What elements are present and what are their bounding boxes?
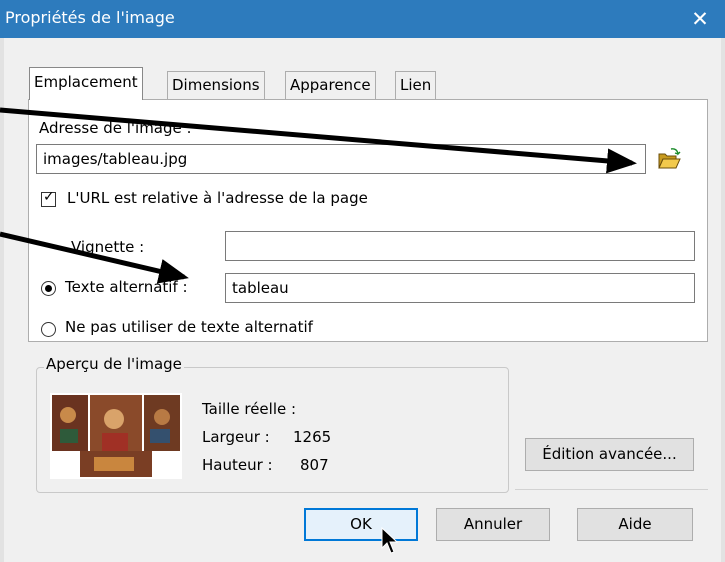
tab-panel-emplacement: Adresse de l'image : images/tableau.jpg … <box>28 99 708 342</box>
image-address-input[interactable]: images/tableau.jpg <box>36 144 646 174</box>
help-button[interactable]: Aide <box>577 508 693 541</box>
tooltip-input[interactable] <box>225 231 695 261</box>
tab-lien[interactable]: Lien <box>395 71 437 99</box>
image-preview-thumbnail <box>50 393 182 479</box>
tooltip-label: Vignette : <box>71 238 145 256</box>
window-border-right <box>721 38 725 562</box>
title-bar: Propriétés de l'image ✕ <box>0 0 725 38</box>
close-icon[interactable]: ✕ <box>677 2 723 36</box>
folder-open-icon[interactable] <box>654 145 684 175</box>
mouse-pointer-icon <box>381 527 399 554</box>
window-border-left <box>0 38 4 562</box>
no-alt-text-radio[interactable] <box>41 322 56 337</box>
relative-url-label: L'URL est relative à l'adresse de la pag… <box>67 189 368 207</box>
image-preview-legend: Aperçu de l'image <box>44 355 184 373</box>
cancel-button[interactable]: Annuler <box>436 508 550 541</box>
height-label: Hauteur : <box>202 456 273 474</box>
radio-selected-dot <box>45 285 52 292</box>
advanced-edit-button[interactable]: Édition avancée... <box>525 438 694 471</box>
tab-dimensions[interactable]: Dimensions <box>167 71 265 99</box>
width-value: 1265 <box>293 428 332 446</box>
separator-line <box>515 489 708 490</box>
tab-apparence[interactable]: Apparence <box>285 71 376 99</box>
relative-url-checkbox[interactable]: ✓ <box>41 189 56 207</box>
alt-text-radio[interactable] <box>41 281 56 296</box>
window-title: Propriétés de l'image <box>5 8 175 27</box>
no-alt-text-label: Ne pas utiliser de texte alternatif <box>65 318 313 336</box>
alt-text-input[interactable]: tableau <box>225 273 695 303</box>
width-label: Largeur : <box>202 428 270 446</box>
actual-size-label: Taille réelle : <box>202 400 297 418</box>
checkmark-icon: ✓ <box>43 189 55 205</box>
height-value: 807 <box>300 456 329 474</box>
tab-emplacement[interactable]: Emplacement <box>29 67 143 100</box>
image-address-label: Adresse de l'image : <box>39 119 192 137</box>
alt-text-label: Texte alternatif : <box>65 278 188 296</box>
